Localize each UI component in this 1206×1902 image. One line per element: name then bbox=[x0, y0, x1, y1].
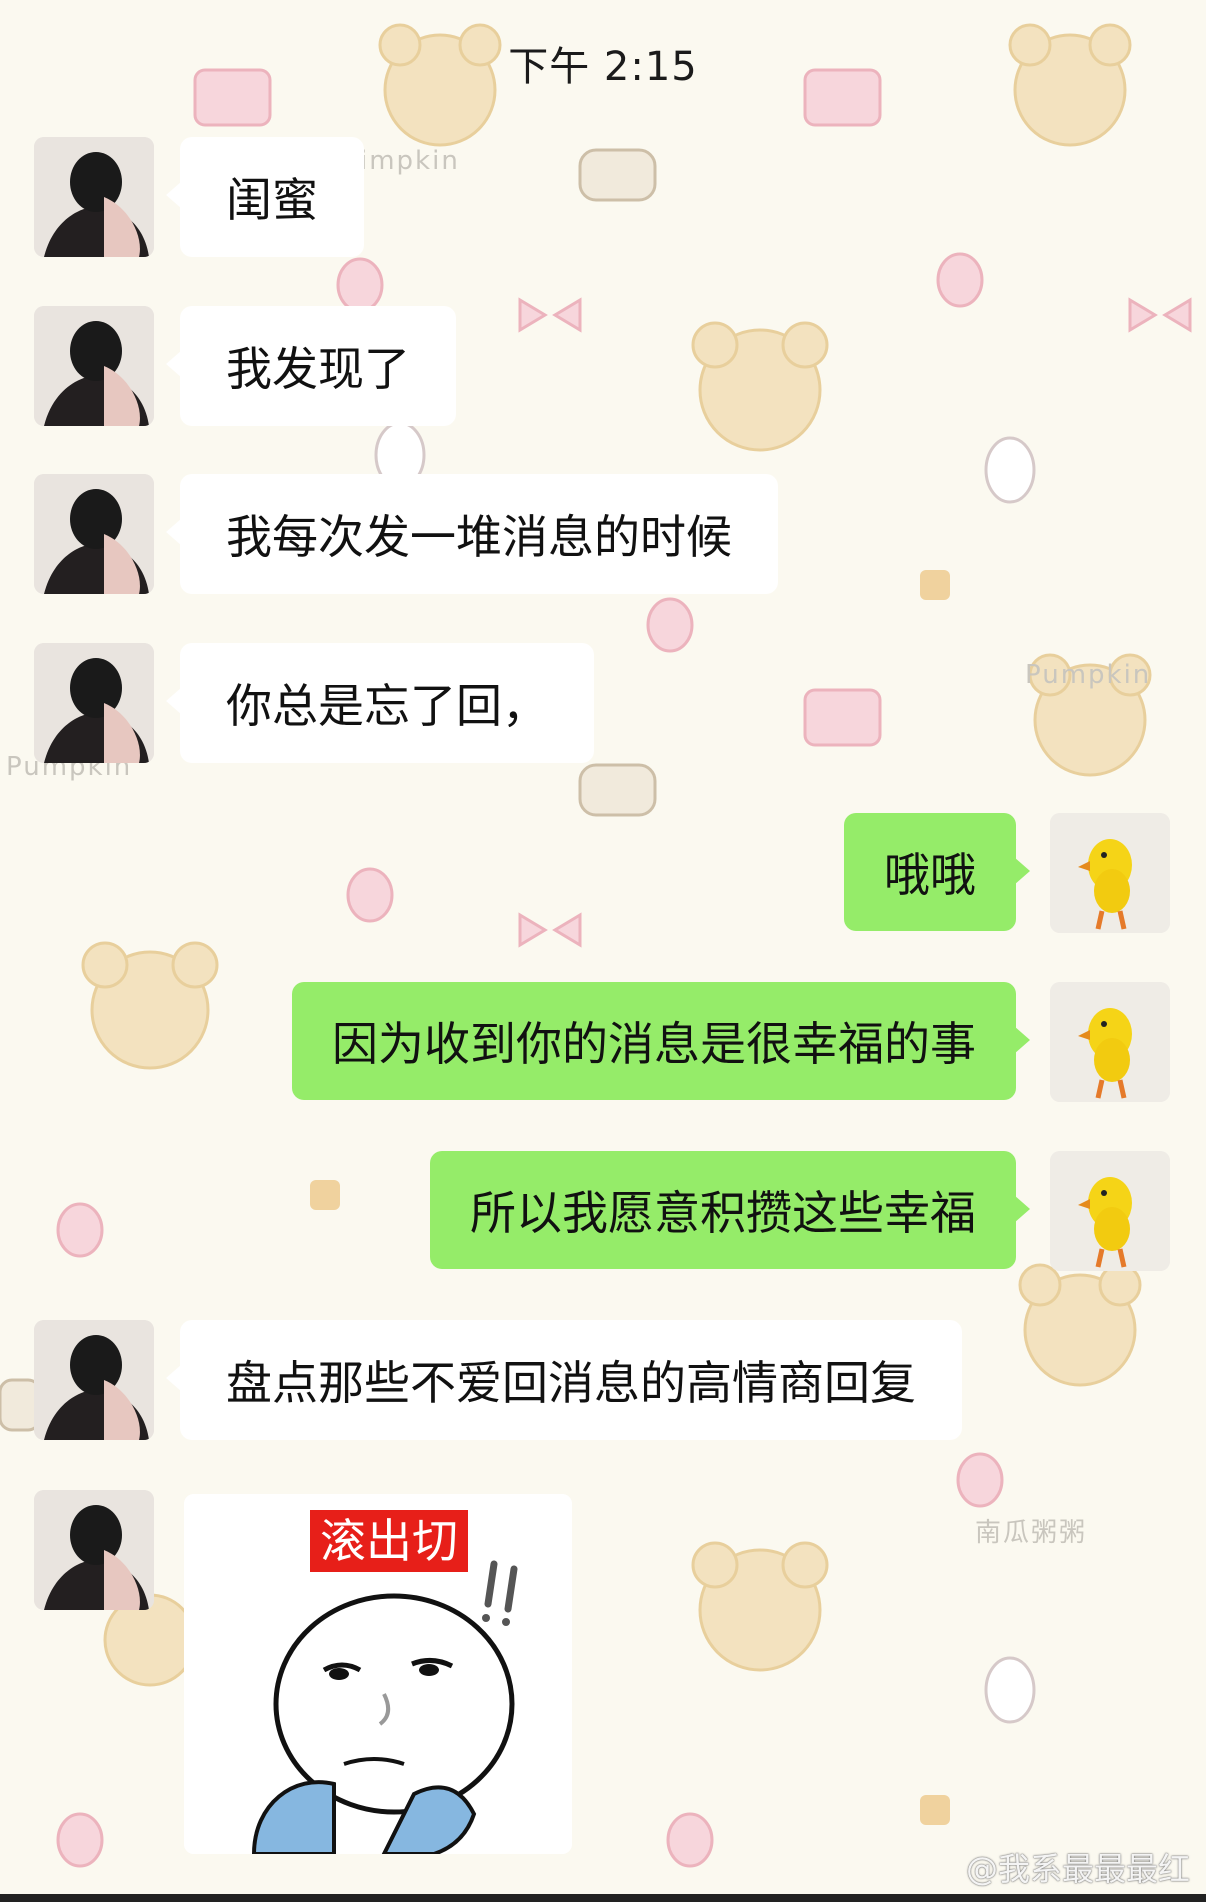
chat-wallpaper bbox=[0, 23, 1192, 1868]
status-time: 下午 2:15 bbox=[508, 44, 698, 90]
message-bubble[interactable]: 我发现了 bbox=[166, 306, 456, 426]
sticker-caption: 滚出切 bbox=[310, 1510, 468, 1572]
contact-avatar[interactable] bbox=[34, 474, 154, 594]
self-message-bubble[interactable]: 哦哦 bbox=[844, 813, 1030, 931]
message-bubble[interactable]: 我每次发一堆消息的时候 bbox=[166, 474, 778, 594]
wallpaper-mark: impkin bbox=[360, 146, 460, 176]
self-message-bubble[interactable]: 所以我愿意积攒这些幸福 bbox=[430, 1151, 1030, 1269]
contact-avatar[interactable] bbox=[34, 137, 154, 257]
message-bubble[interactable]: 你总是忘了回， bbox=[166, 643, 594, 763]
sticker-message[interactable]: 滚出切 bbox=[184, 1494, 572, 1854]
wallpaper-mark: Pumpkin bbox=[1025, 660, 1152, 690]
contact-avatar[interactable] bbox=[34, 643, 154, 763]
self-avatar[interactable] bbox=[1050, 1151, 1170, 1271]
self-message-bubble[interactable]: 因为收到你的消息是很幸福的事 bbox=[292, 982, 1030, 1100]
message-bubble[interactable]: 盘点那些不爱回消息的高情商回复 bbox=[166, 1320, 962, 1440]
wallpaper-mark: 南瓜粥粥 bbox=[975, 1518, 1088, 1548]
contact-avatar[interactable] bbox=[34, 306, 154, 426]
contact-avatar[interactable] bbox=[34, 1490, 154, 1610]
bottom-edge bbox=[0, 1894, 1206, 1902]
self-avatar[interactable] bbox=[1050, 982, 1170, 1102]
self-avatar[interactable] bbox=[1050, 813, 1170, 933]
message-bubble[interactable]: 闺蜜 bbox=[166, 137, 364, 257]
contact-avatar[interactable] bbox=[34, 1320, 154, 1440]
weibo-watermark: @我系最最最红 bbox=[965, 1850, 1190, 1888]
